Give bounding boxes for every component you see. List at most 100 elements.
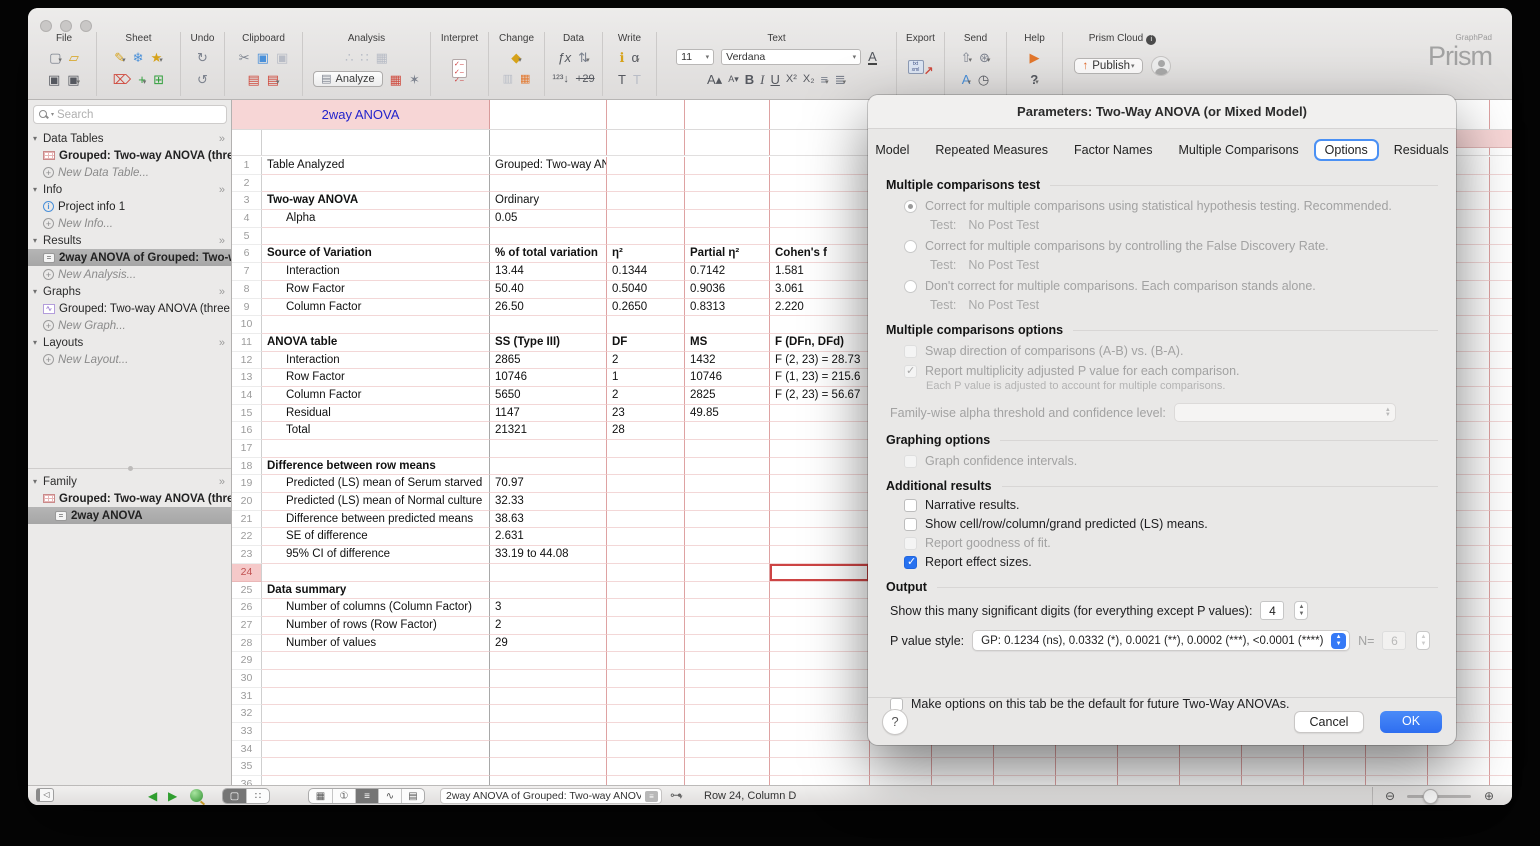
sheet-cell[interactable]: 10746 <box>490 369 607 387</box>
row-number[interactable]: 34 <box>232 741 262 759</box>
sheet-cell[interactable]: 0.9036 <box>685 281 770 299</box>
row-title-cell[interactable] <box>262 688 490 706</box>
row-title-cell[interactable] <box>262 741 490 759</box>
sheet-cell[interactable]: Partial η² <box>685 245 770 263</box>
additional-result-row[interactable]: Report effect sizes. <box>886 555 1438 569</box>
comparison-radio-row[interactable]: Don't correct for multiple comparisons. … <box>886 279 1438 293</box>
collapse-sidebar-button[interactable]: ◁ <box>36 788 54 802</box>
double-chevron-icon[interactable]: » <box>219 286 225 298</box>
row-number[interactable]: 5 <box>232 228 262 246</box>
new-file-icon[interactable]: ▢▾ <box>49 51 62 64</box>
sheet-cell[interactable]: 13.44 <box>490 263 607 281</box>
sheet-cell[interactable] <box>685 511 770 529</box>
sheet-cell[interactable] <box>1490 511 1512 529</box>
sheet-cell[interactable] <box>685 617 770 635</box>
sheet-cell[interactable]: % of total variation <box>490 245 607 263</box>
sheet-cell[interactable] <box>607 157 685 175</box>
sheet-cell[interactable]: 2 <box>607 387 685 405</box>
sheet-cell[interactable] <box>770 511 870 529</box>
bold-icon[interactable]: B <box>745 73 754 86</box>
row-number[interactable]: 12 <box>232 352 262 370</box>
row-title-cell[interactable]: Difference between row means <box>262 458 490 476</box>
font-size-select[interactable]: 11▾ <box>676 49 714 65</box>
sheet-cell[interactable] <box>770 599 870 617</box>
sheet-cell[interactable] <box>1490 776 1512 785</box>
row-title-cell[interactable]: Interaction <box>262 352 490 370</box>
sheet-cell[interactable] <box>770 635 870 653</box>
sheet-cell[interactable]: 1.581 <box>770 263 870 281</box>
sheet-cell[interactable]: Cohen's f <box>770 245 870 263</box>
sidebar-item-new-layout[interactable]: +New Layout... <box>28 351 231 368</box>
undo-icon[interactable]: ↺ <box>197 73 208 86</box>
sheet-cell[interactable] <box>770 157 870 175</box>
zoom-out-icon[interactable]: ⊖ <box>1385 788 1395 804</box>
row-title-cell[interactable]: Difference between predicted means <box>262 511 490 529</box>
sheet-cell[interactable] <box>685 741 770 759</box>
search-scope-chevron-icon[interactable]: ▾ <box>51 111 54 118</box>
row-number[interactable]: 7 <box>232 263 262 281</box>
row-title-cell[interactable]: Residual <box>262 405 490 423</box>
row-number[interactable]: 16 <box>232 422 262 440</box>
delete-sheet-icon[interactable]: ⌦ <box>113 73 131 86</box>
swap-direction-row[interactable]: Swap direction of comparisons (A-B) vs. … <box>886 344 1438 358</box>
row-number[interactable]: 32 <box>232 705 262 723</box>
row-title-cell[interactable]: Alpha <box>262 210 490 228</box>
sidebar-section-data-tables[interactable]: ▾Data Tables» <box>28 130 231 147</box>
sheet-cell[interactable] <box>685 599 770 617</box>
sidebar-section-graphs[interactable]: ▾Graphs» <box>28 283 231 300</box>
share-icon[interactable]: ⇧▾ <box>961 51 972 64</box>
sheet-cell[interactable]: 28 <box>607 422 685 440</box>
sheet-cell[interactable] <box>770 705 870 723</box>
sheet-cell[interactable] <box>490 652 607 670</box>
search-input[interactable] <box>57 109 221 121</box>
sheet-cell[interactable] <box>1490 493 1512 511</box>
dialog-help-button[interactable]: ? <box>882 709 908 735</box>
window-controls[interactable] <box>40 20 92 32</box>
sheet-cell[interactable] <box>607 705 685 723</box>
row-number[interactable]: 21 <box>232 511 262 529</box>
sheet-cell[interactable]: 50.40 <box>490 281 607 299</box>
sheet-cell[interactable] <box>1490 741 1512 759</box>
change-table-icon[interactable]: ▦ <box>520 74 530 85</box>
search-field[interactable]: ▾ <box>33 105 227 124</box>
row-title-cell[interactable] <box>262 652 490 670</box>
sheet-cell[interactable] <box>607 511 685 529</box>
sidebar-item-new-analysis[interactable]: +New Analysis... <box>28 266 231 283</box>
sheet-cell[interactable] <box>490 688 607 706</box>
sheet-cell[interactable]: 10746 <box>685 369 770 387</box>
row-title-cell[interactable]: Number of columns (Column Factor) <box>262 599 490 617</box>
row-number[interactable]: 26 <box>232 599 262 617</box>
copy-icon[interactable]: ▣ <box>257 51 269 64</box>
sidebar-item-grouped-two-way-anova-three[interactable]: Grouped: Two-way ANOVA (three <box>28 147 231 164</box>
sheet-cell[interactable] <box>770 582 870 600</box>
sheet-cell[interactable] <box>685 776 770 785</box>
sheet-cell[interactable] <box>770 776 870 785</box>
sheet-cell[interactable] <box>870 758 932 776</box>
font-color-icon[interactable]: A <box>868 50 877 65</box>
sheet-cell[interactable] <box>1490 670 1512 688</box>
sheet-cell[interactable] <box>1056 758 1118 776</box>
sheet-cell[interactable] <box>607 210 685 228</box>
sheet-cell[interactable] <box>1490 475 1512 493</box>
sheet-cell[interactable]: F (DFn, DFd) <box>770 334 870 352</box>
sheet-cell[interactable]: Ordinary <box>490 192 607 210</box>
freeze-sheet-icon[interactable]: ❄ <box>133 51 144 64</box>
redo-icon[interactable]: ↻ <box>197 51 208 64</box>
sheet-cell[interactable] <box>770 564 870 582</box>
sheet-cell[interactable] <box>607 316 685 334</box>
sheet-cell[interactable] <box>1242 776 1304 785</box>
cancel-button[interactable]: Cancel <box>1294 711 1364 733</box>
sort-icon[interactable]: ⇅▾ <box>578 51 589 64</box>
sidebar-section-layouts[interactable]: ▾Layouts» <box>28 334 231 351</box>
sheet-cell[interactable]: 2 <box>607 352 685 370</box>
sheet-cell[interactable] <box>770 670 870 688</box>
sheet-cell[interactable] <box>1490 458 1512 476</box>
exclude-icon[interactable]: +29 <box>576 74 595 85</box>
sheet-cell[interactable] <box>1490 387 1512 405</box>
rename-sheet-icon[interactable]: ✎▾ <box>114 51 125 64</box>
row-title-cell[interactable]: 95% CI of difference <box>262 546 490 564</box>
sheet-cell[interactable]: 1 <box>607 369 685 387</box>
sheet-cell[interactable] <box>685 475 770 493</box>
sheet-cell[interactable] <box>1242 758 1304 776</box>
sheet-cell[interactable] <box>607 652 685 670</box>
